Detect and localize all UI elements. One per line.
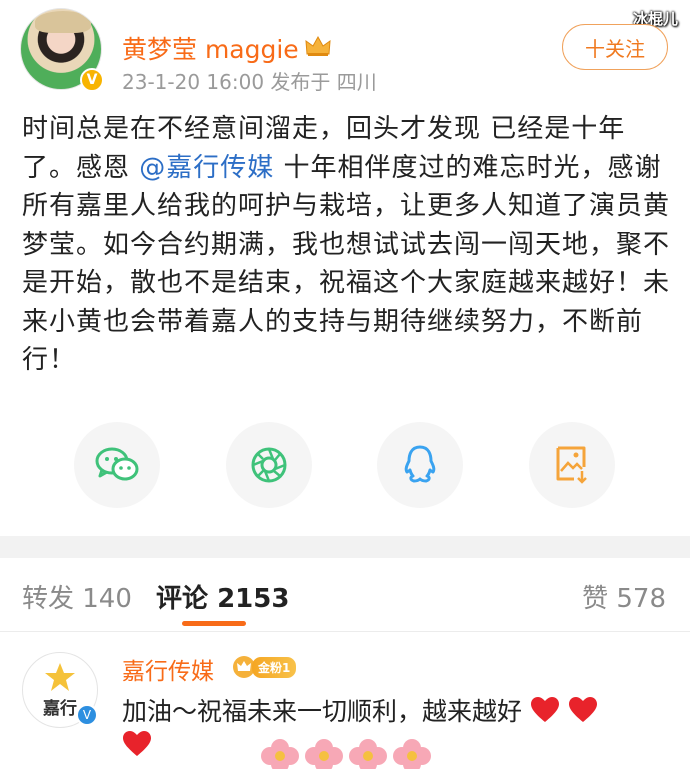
section-divider	[0, 536, 690, 558]
tab-comments[interactable]: 评论 2153	[156, 578, 289, 615]
tab-comments-label: 评论	[156, 584, 209, 614]
active-tab-indicator	[182, 621, 246, 626]
fan-badge-label: 金粉1	[252, 656, 297, 678]
save-image-icon	[556, 446, 587, 484]
tab-repost[interactable]: 转发 140	[22, 578, 132, 615]
moments-icon	[251, 447, 287, 483]
flower-icon	[305, 739, 343, 769]
share-row	[0, 422, 690, 510]
heart-emoji-icon	[530, 697, 559, 722]
follow-button[interactable]: 十关注	[562, 24, 668, 70]
tab-likes[interactable]: 赞 578	[582, 578, 666, 615]
share-moments-button[interactable]	[226, 422, 312, 508]
heart-emoji-icon	[123, 731, 151, 756]
flower-icon	[349, 739, 387, 769]
fan-badge[interactable]: 金粉1	[232, 654, 297, 680]
share-qq-button[interactable]	[377, 422, 463, 508]
share-wechat-button[interactable]	[74, 422, 160, 508]
flower-emoji-row	[258, 738, 434, 769]
interaction-tab-bar: 转发 140 评论 2153 赞 578	[0, 558, 690, 632]
flower-icon	[261, 739, 299, 769]
comment-item: 嘉行 V 嘉行传媒 金粉1 加油～祝福未来一切顺利，越来越好	[0, 642, 690, 769]
post-header: V 黄梦莹 maggie 23-1-20 16:00 发布于 四川 十关注	[20, 8, 670, 98]
avatar-hat-shape	[35, 11, 91, 33]
verified-org-badge-icon: V	[76, 704, 98, 726]
comment-text-body: 加油～祝福未来一切顺利，越来越好	[122, 697, 523, 726]
commenter-name[interactable]: 嘉行传媒	[122, 652, 214, 686]
crown-vip-icon	[305, 35, 331, 56]
commenter-avatar-text: 嘉行	[43, 698, 77, 719]
heart-emoji-icon	[568, 697, 597, 722]
tab-comments-count: 2153	[217, 584, 290, 614]
save-image-button[interactable]	[529, 422, 615, 508]
post-text-part2: 十年相伴度过的难忘时光，感谢所有嘉里人给我的呵护与栽培，让更多人知道了演员黄梦莹…	[22, 152, 671, 376]
comment-text: 加油～祝福未来一切顺利，越来越好	[122, 692, 598, 728]
comment-heart-row	[122, 730, 152, 758]
post-meta: 23-1-20 16:00 发布于 四川	[122, 70, 377, 94]
star-logo-icon	[45, 662, 75, 691]
verified-badge-icon: V	[80, 68, 104, 92]
qq-icon	[404, 445, 436, 483]
flower-icon	[393, 739, 431, 769]
user-name[interactable]: 黄梦莹 maggie	[122, 30, 299, 66]
post-content: 时间总是在不经意间溜走，回头才发现 已经是十年了。感恩 @嘉行传媒 十年相伴度过…	[22, 110, 670, 380]
wechat-icon	[95, 447, 139, 481]
mention-link[interactable]: @嘉行传媒	[139, 153, 274, 183]
